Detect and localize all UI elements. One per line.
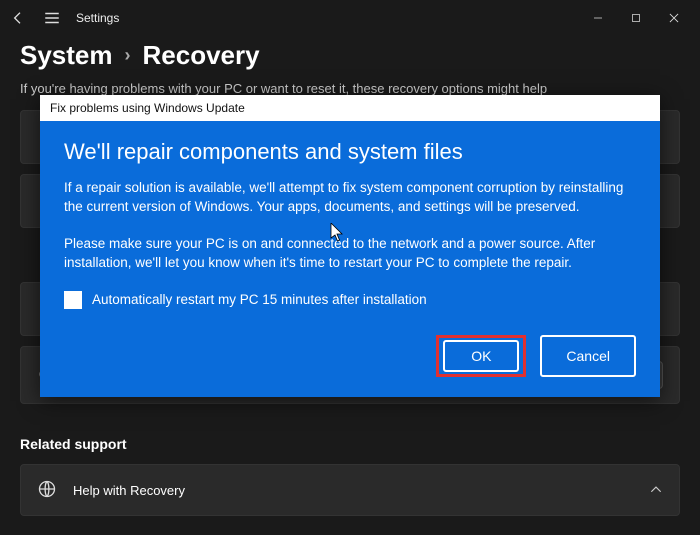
ok-highlight-annotation: OK (436, 335, 526, 377)
auto-restart-checkbox-row[interactable]: Automatically restart my PC 15 minutes a… (64, 291, 636, 309)
intro-text: If you're having problems with your PC o… (0, 81, 700, 96)
breadcrumb-separator: › (125, 45, 131, 66)
chevron-up-icon (649, 483, 663, 497)
checkbox-icon[interactable] (64, 291, 82, 309)
back-button[interactable] (8, 8, 28, 28)
hamburger-menu-icon[interactable] (42, 8, 62, 28)
dialog-titlebar: Fix problems using Windows Update (40, 95, 660, 121)
breadcrumb-root[interactable]: System (20, 40, 113, 71)
window-titlebar: Settings (0, 0, 700, 36)
cancel-button[interactable]: Cancel (540, 335, 636, 377)
dialog-heading: We'll repair components and system files (64, 139, 636, 165)
globe-icon (37, 479, 59, 501)
help-with-recovery-card[interactable]: Help with Recovery (20, 464, 680, 516)
checkbox-label: Automatically restart my PC 15 minutes a… (92, 292, 427, 307)
breadcrumb-current: Recovery (143, 40, 260, 71)
dialog-paragraph-1: If a repair solution is available, we'll… (64, 179, 636, 217)
ok-button[interactable]: OK (443, 340, 519, 372)
minimize-button[interactable] (588, 8, 608, 28)
related-support-heading: Related support (0, 418, 700, 456)
related-item-label: Help with Recovery (73, 483, 635, 498)
breadcrumb: System › Recovery (0, 36, 700, 81)
dialog-paragraph-2: Please make sure your PC is on and conne… (64, 235, 636, 273)
app-title: Settings (76, 11, 119, 25)
maximize-button[interactable] (626, 8, 646, 28)
close-button[interactable] (664, 8, 684, 28)
dialog-title: Fix problems using Windows Update (50, 101, 245, 115)
repair-dialog: Fix problems using Windows Update We'll … (40, 95, 660, 397)
